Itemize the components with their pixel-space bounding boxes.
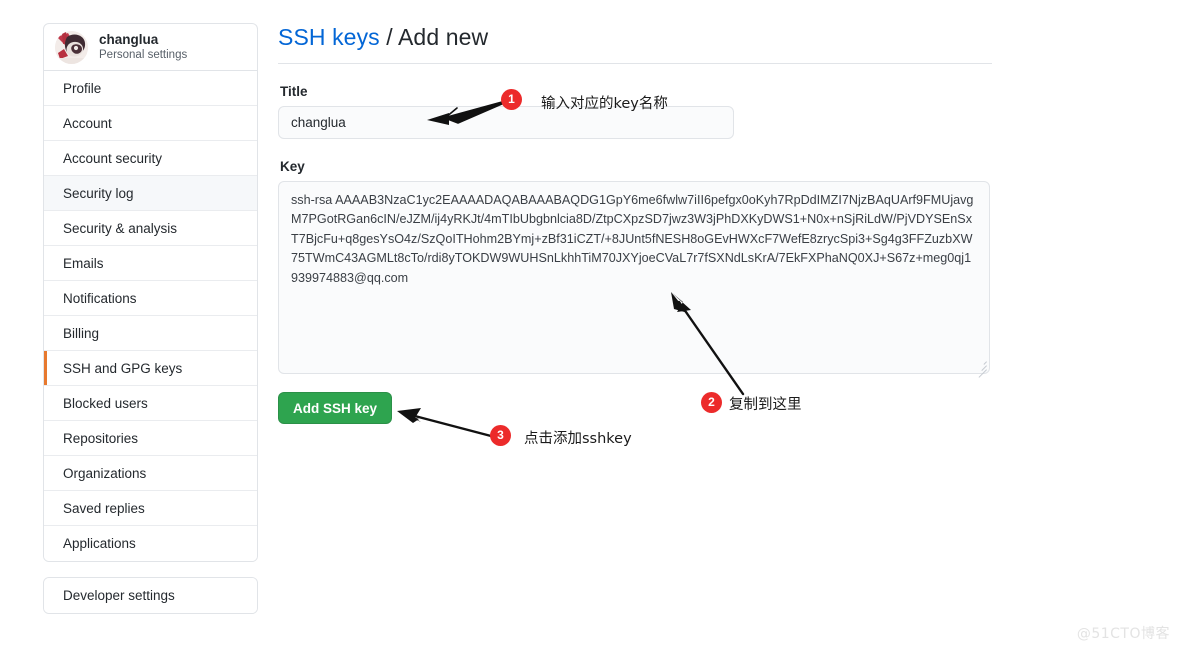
title-field-label: Title [280, 83, 308, 99]
sidebar-item-emails[interactable]: Emails [44, 246, 257, 281]
title-input[interactable] [278, 105, 734, 139]
sidebar-item-blocked-users[interactable]: Blocked users [44, 386, 257, 421]
sidebar-item-repositories[interactable]: Repositories [44, 421, 257, 456]
profile-subtitle: Personal settings [99, 48, 188, 61]
breadcrumb-separator: / [379, 24, 398, 50]
sidebar-item-security-log[interactable]: Security log [44, 176, 257, 211]
add-ssh-key-button[interactable]: Add SSH key [278, 391, 393, 424]
profile-username: changlua [99, 32, 159, 48]
annotation-badge-3: 3 [490, 425, 511, 446]
key-textarea-wrapper [278, 180, 990, 378]
sidebar-profile-header[interactable]: changlua Personal settings [44, 24, 257, 71]
sidebar-item-applications[interactable]: Applications [44, 526, 257, 561]
settings-sidebar: changlua Personal settings Profile Accou… [43, 23, 258, 614]
sidebar-item-account-security[interactable]: Account security [44, 141, 257, 176]
breadcrumb-ssh-keys-link[interactable]: SSH keys [278, 24, 380, 50]
profile-text: changlua Personal settings [99, 32, 187, 62]
breadcrumb-current: Add new [397, 24, 489, 50]
sidebar-primary-card: changlua Personal settings Profile Accou… [43, 23, 258, 562]
sidebar-item-notifications[interactable]: Notifications [44, 281, 257, 316]
sidebar-item-account[interactable]: Account [44, 106, 257, 141]
sidebar-secondary-card: Developer settings [43, 577, 258, 614]
sidebar-item-profile[interactable]: Profile [44, 71, 257, 106]
main-content: SSH keys / Add new Title Key Add SSH key [278, 23, 992, 424]
user-avatar-icon [55, 30, 88, 64]
sidebar-item-organizations[interactable]: Organizations [44, 456, 257, 491]
sidebar-item-saved-replies[interactable]: Saved replies [44, 491, 257, 526]
sidebar-item-developer-settings[interactable]: Developer settings [44, 578, 257, 613]
annotation-text-3: 点击添加sshkey [524, 431, 632, 447]
key-field-label: Key [280, 158, 305, 174]
sidebar-item-security-and-analysis[interactable]: Security & analysis [44, 211, 257, 246]
sidebar-item-ssh-and-gpg-keys[interactable]: SSH and GPG keys [44, 351, 257, 386]
avatar [55, 30, 88, 64]
settings-page: changlua Personal settings Profile Accou… [0, 0, 1184, 654]
watermark: @51CTO博客 [1076, 626, 1170, 642]
page-title: SSH keys / Add new [278, 23, 992, 64]
key-textarea[interactable] [278, 180, 990, 374]
sidebar-item-billing[interactable]: Billing [44, 316, 257, 351]
